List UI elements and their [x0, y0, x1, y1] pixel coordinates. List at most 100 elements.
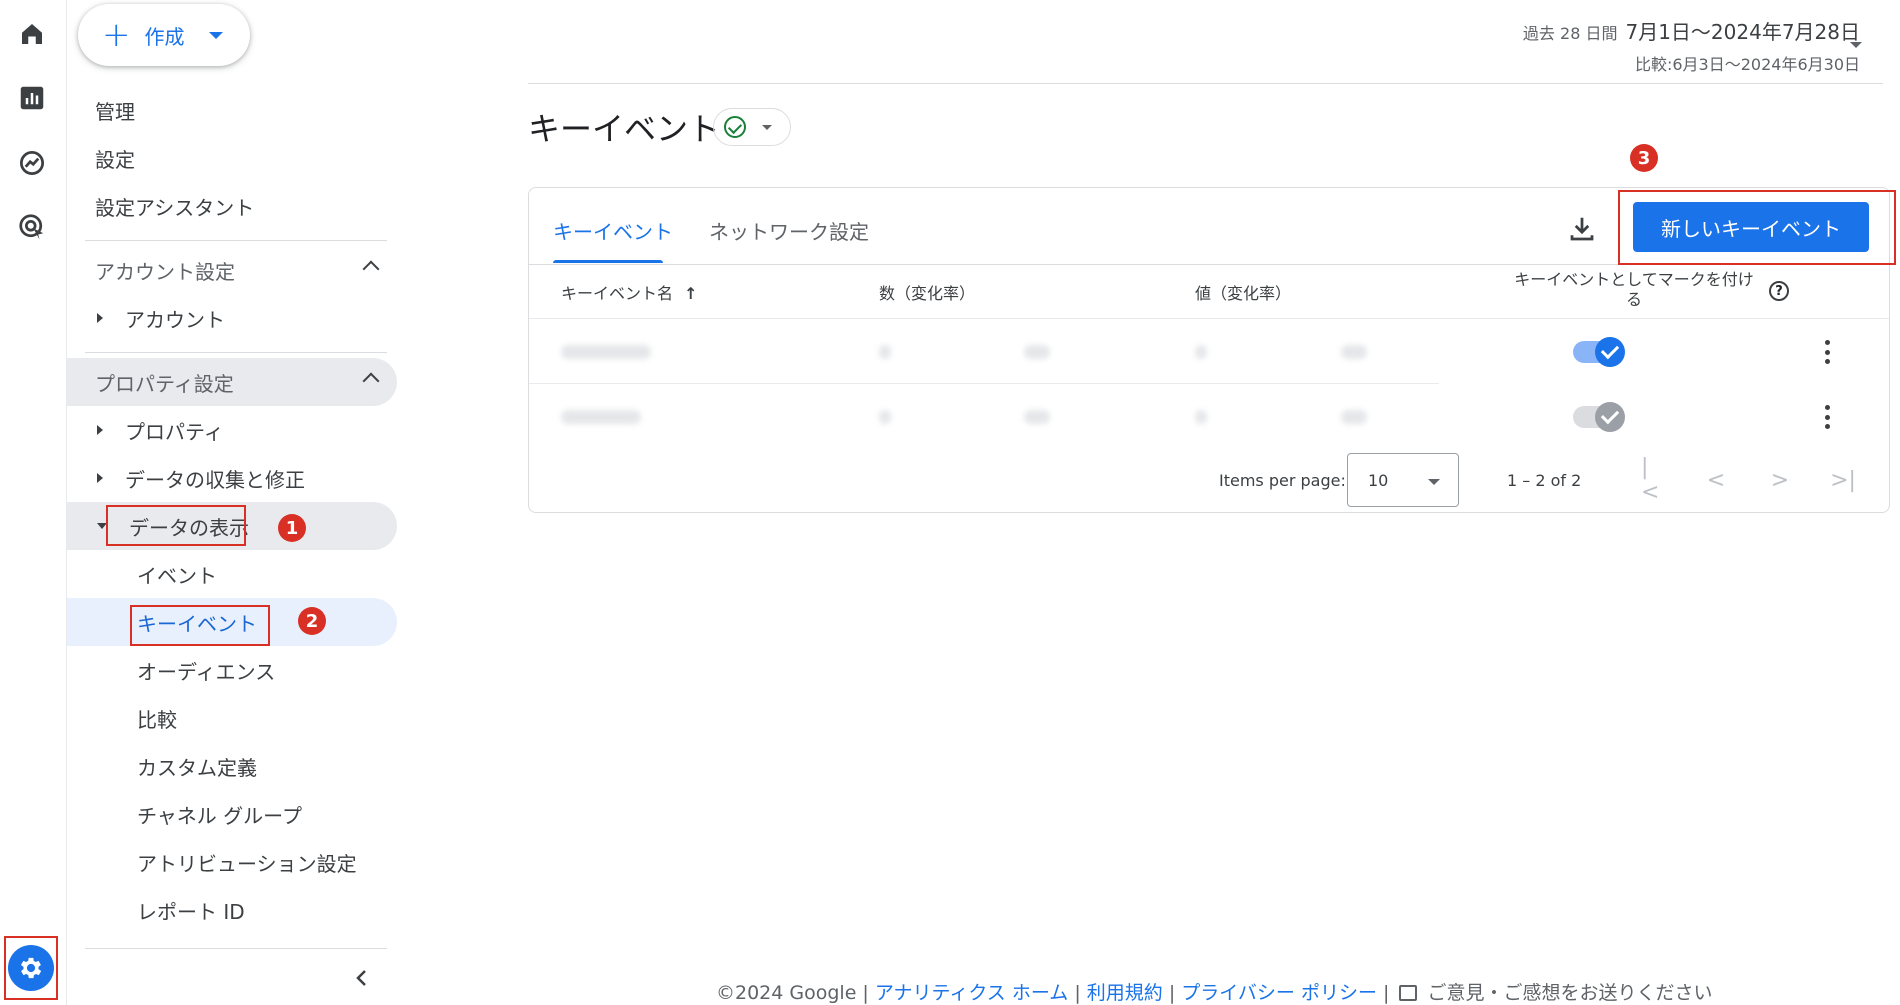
advertising-icon[interactable] — [14, 209, 50, 245]
redacted-count — [879, 410, 891, 424]
nav-audiences[interactable]: オーディエンス — [67, 646, 397, 694]
gear-icon — [8, 945, 54, 991]
section-account-settings-label: アカウント設定 — [95, 259, 235, 284]
divider — [85, 352, 387, 353]
nav-property-label: プロパティ — [125, 419, 224, 444]
more-vert-icon[interactable] — [1824, 340, 1830, 364]
chevron-down-icon[interactable] — [1850, 42, 1862, 48]
column-header-count: 数（変化率） — [879, 284, 976, 303]
date-compare-range: 比較:6月3日～2024年6月30日 — [1634, 55, 1860, 74]
chevron-left-icon[interactable] — [352, 968, 372, 988]
check-circle-icon — [724, 116, 746, 138]
nav-settings[interactable]: 設定 — [67, 134, 397, 182]
status-chip[interactable] — [713, 108, 791, 146]
annotation-badge-2: 2 — [298, 607, 326, 635]
nav-setup-assistant-label: 設定アシスタント — [95, 195, 255, 220]
nav-data-collection-label: データの収集と修正 — [125, 467, 305, 492]
column-header-value: 値（変化率） — [1195, 284, 1292, 303]
redacted-value-change — [1341, 345, 1367, 359]
annotation-box-key-events — [130, 605, 270, 646]
section-account-settings[interactable]: アカウント設定 — [67, 246, 397, 294]
tab-network-settings[interactable]: ネットワーク設定 — [709, 216, 869, 245]
redacted-value-change — [1341, 410, 1367, 424]
redacted-value — [1195, 345, 1207, 359]
last-page-icon[interactable]: >| — [1830, 468, 1856, 493]
nav-comparisons[interactable]: 比較 — [67, 694, 397, 742]
expand-arrow-icon — [97, 473, 103, 483]
row-divider — [529, 383, 1439, 384]
previous-page-icon[interactable]: < — [1704, 468, 1728, 493]
nav-report-id[interactable]: レポート ID — [67, 886, 397, 934]
key-event-toggle[interactable] — [1573, 337, 1625, 367]
nav-account[interactable]: アカウント — [67, 294, 397, 342]
nav-events-label: イベント — [137, 563, 217, 588]
tab-key-events[interactable]: キーイベント — [553, 216, 673, 245]
section-property-settings-label: プロパティ設定 — [95, 371, 234, 396]
column-header-name[interactable]: キーイベント名 ↑ — [561, 280, 698, 304]
annotation-badge-1: 1 — [278, 514, 306, 542]
footer-link-feedback[interactable]: ご意見・ご感想をお送りください — [1428, 982, 1713, 1004]
nav-property[interactable]: プロパティ — [67, 406, 397, 454]
footer-link-privacy[interactable]: プライバシー ポリシー — [1181, 982, 1377, 1004]
chevron-up-icon — [362, 372, 380, 390]
check-icon — [1595, 337, 1625, 367]
items-per-page-label: Items per page: — [1219, 471, 1346, 490]
nav-account-label: アカウント — [125, 307, 225, 332]
next-page-icon[interactable]: > — [1768, 468, 1792, 493]
expand-arrow-icon — [97, 313, 103, 323]
page-title: キーイベント — [528, 110, 721, 148]
admin-settings-button[interactable] — [4, 936, 58, 1000]
first-page-icon[interactable]: |< — [1641, 455, 1665, 505]
nav-channel-groups[interactable]: チャネル グループ — [67, 790, 397, 838]
footer-separator: | — [1168, 982, 1176, 1004]
chevron-up-icon — [362, 260, 380, 278]
nav-comparisons-label: 比較 — [137, 707, 177, 732]
footer-separator: | — [1074, 982, 1081, 1004]
footer: ©2024 Google | アナリティクス ホーム | 利用規約 | プライバ… — [716, 978, 1713, 1005]
nav-data-collection[interactable]: データの収集と修正 — [67, 454, 397, 502]
nav-admin-label: 管理 — [95, 99, 135, 124]
divider — [85, 240, 387, 241]
nav-custom-definitions-label: カスタム定義 — [137, 755, 257, 780]
reports-icon[interactable] — [14, 80, 50, 116]
nav-report-id-label: レポート ID — [137, 899, 245, 924]
home-icon[interactable] — [14, 16, 50, 52]
more-vert-icon[interactable] — [1824, 405, 1830, 429]
items-per-page-select[interactable]: 10 — [1347, 453, 1459, 507]
column-header-name-label: キーイベント名 — [561, 284, 674, 303]
nav-channel-groups-label: チャネル グループ — [137, 803, 302, 828]
create-button[interactable]: + 作成 — [78, 4, 250, 66]
footer-link-analytics-home[interactable]: アナリティクス ホーム — [875, 982, 1068, 1004]
tab-indicator — [553, 260, 663, 263]
column-header-mark: キーイベントとしてマークを付け る — [1509, 270, 1759, 310]
arrow-up-icon: ↑ — [684, 284, 698, 303]
redacted-count — [879, 345, 891, 359]
download-icon[interactable] — [1567, 214, 1597, 244]
help-icon[interactable]: ? — [1769, 281, 1789, 301]
redacted-value — [1195, 410, 1207, 424]
date-range-primary: 過去 28 日間 7月1日～2024年7月28日 — [1523, 16, 1860, 45]
nav-settings-label: 設定 — [95, 147, 135, 172]
nav-attribution-settings[interactable]: アトリビューション設定 — [67, 838, 397, 886]
left-rail — [0, 0, 67, 1005]
divider — [85, 948, 387, 949]
nav-custom-definitions[interactable]: カスタム定義 — [67, 742, 397, 790]
expand-arrow-icon — [97, 425, 103, 435]
nav-events[interactable]: イベント — [67, 550, 397, 598]
check-icon — [1595, 402, 1625, 432]
nav-setup-assistant[interactable]: 設定アシスタント — [67, 182, 397, 230]
nav-attribution-settings-label: アトリビューション設定 — [137, 851, 357, 876]
create-label: 作成 — [144, 24, 185, 49]
feedback-icon — [1399, 985, 1418, 1001]
footer-link-terms[interactable]: 利用規約 — [1087, 982, 1163, 1004]
nav-admin[interactable]: 管理 — [67, 86, 397, 134]
redacted-count-change — [1024, 410, 1050, 424]
row-divider — [529, 318, 1889, 319]
column-header-mark-line1: キーイベントとしてマークを付け — [1514, 270, 1754, 289]
key-event-toggle[interactable] — [1573, 402, 1625, 432]
date-range-selector[interactable]: 過去 28 日間 7月1日～2024年7月28日 比較:6月3日～2024年6月3… — [1523, 16, 1860, 75]
date-period-label: 過去 28 日間 — [1522, 24, 1618, 43]
section-property-settings[interactable]: プロパティ設定 — [67, 358, 397, 406]
explore-icon[interactable] — [14, 145, 50, 181]
annotation-box-new-button — [1618, 190, 1896, 265]
